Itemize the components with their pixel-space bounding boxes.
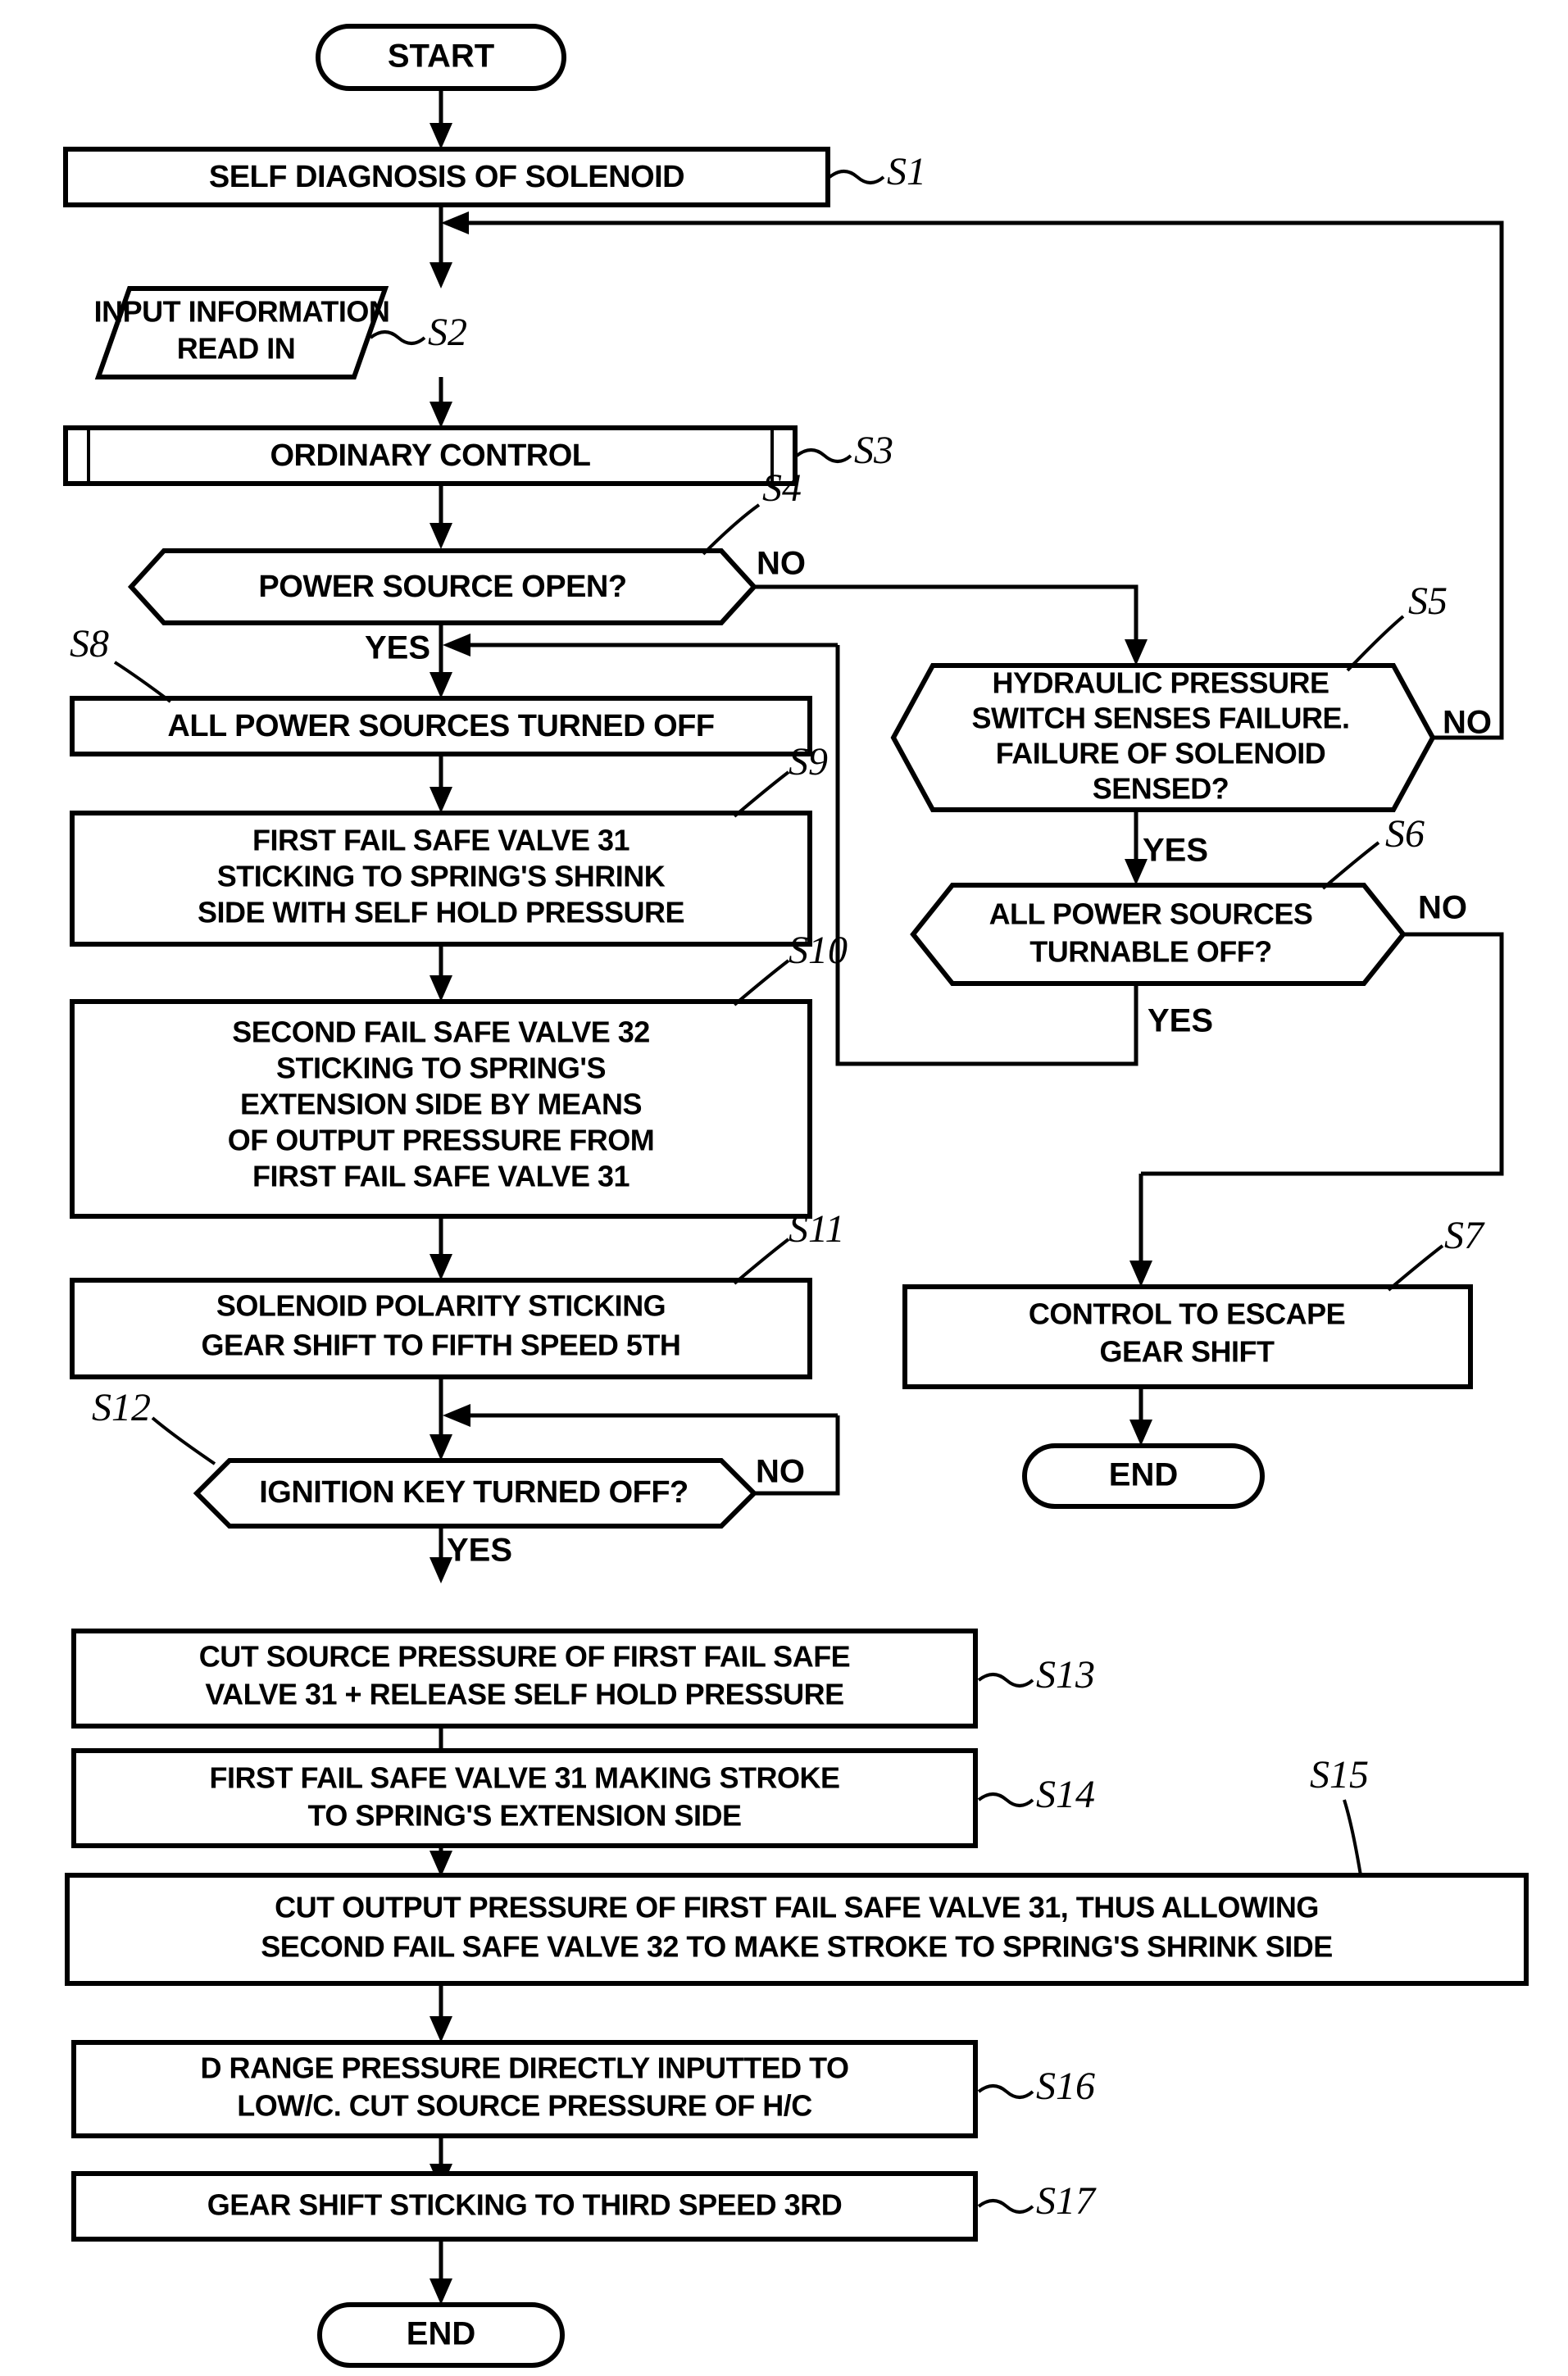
s12-label: IGNITION KEY TURNED OFF? <box>259 1475 689 1510</box>
connector-s17-to-end-bottom <box>429 2239 452 2305</box>
s2-label-line1: INPUT INFORMATION <box>94 295 390 329</box>
s1-label: SELF DIAGNOSIS OF SOLENOID <box>209 160 684 194</box>
node-end-right: END <box>1022 1443 1265 1509</box>
flowchart-canvas: START SELF DIAGNOSIS OF SOLENOID S1 INPU… <box>63 24 1529 2368</box>
s2-step-id: S2 <box>428 311 467 354</box>
s5-yes-label: YES <box>1143 833 1208 869</box>
s6-no-label: NO <box>1418 890 1467 926</box>
s5-label-line1: HYDRAULIC PRESSURE <box>992 666 1329 700</box>
s13-label-line1: CUT SOURCE PRESSURE OF FIRST FAIL SAFE <box>199 1640 850 1674</box>
node-s7: CONTROL TO ESCAPE GEAR SHIFT S7 <box>902 1214 1485 1389</box>
s7-label-line2: GEAR SHIFT <box>1099 1335 1275 1369</box>
s13-step-id: S13 <box>1036 1653 1095 1697</box>
s17-step-id: S17 <box>1036 2179 1097 2223</box>
end-right-label: END <box>1109 1457 1178 1493</box>
s6-label-line2: TURNABLE OFF? <box>1029 935 1271 969</box>
s5-no-label: NO <box>1443 705 1492 741</box>
s4-step-id: S4 <box>762 466 802 510</box>
connector-s14-to-s15 <box>429 1846 452 1877</box>
s4-no-label: NO <box>757 546 806 582</box>
connector-s7-to-end-right <box>1129 1387 1152 1446</box>
node-s10: SECOND FAIL SAFE VALVE 32 STICKING TO SP… <box>70 929 848 1219</box>
s4-yes-label: YES <box>365 630 430 666</box>
node-start: START <box>316 24 566 91</box>
connector-s4-no-to-s5 <box>754 584 1148 666</box>
s13-label-line2: VALVE 31 + RELEASE SELF HOLD PRESSURE <box>205 1678 843 1711</box>
s5-step-id: S5 <box>1408 579 1448 623</box>
connector-s4-yes-to-s8 <box>429 623 452 698</box>
s11-step-id: S11 <box>789 1207 844 1251</box>
s8-label: ALL POWER SOURCES TURNED OFF <box>167 709 714 743</box>
s9-label-line2: STICKING TO SPRING'S SHRINK <box>217 860 666 893</box>
start-label: START <box>388 39 494 75</box>
s6-yes-label: YES <box>1148 1003 1213 1039</box>
s17-label: GEAR SHIFT STICKING TO THIRD SPEED 3RD <box>207 2188 842 2222</box>
node-s14: FIRST FAIL SAFE VALVE 31 MAKING STROKE T… <box>71 1748 1095 1848</box>
s5-label-line4: SENSED? <box>1093 772 1229 806</box>
flowchart-figure: START SELF DIAGNOSIS OF SOLENOID S1 INPU… <box>0 0 1568 2376</box>
s7-label-line1: CONTROL TO ESCAPE <box>1029 1297 1345 1331</box>
s7-step-id: S7 <box>1444 1214 1485 1257</box>
connector-s10-to-s11 <box>429 1216 452 1280</box>
s10-label-line2: STICKING TO SPRING'S <box>276 1052 606 1085</box>
connector-s3-to-s4 <box>429 484 452 549</box>
s10-label-line1: SECOND FAIL SAFE VALVE 32 <box>232 1015 650 1049</box>
connector-to-s7 <box>1129 1174 1152 1287</box>
connector-s9-to-s10 <box>429 944 452 1002</box>
end-bottom-label: END <box>407 2316 475 2352</box>
s2-label-line2: READ IN <box>177 332 296 366</box>
s9-step-id: S9 <box>789 740 828 784</box>
s9-label-line1: FIRST FAIL SAFE VALVE 31 <box>252 824 630 857</box>
s4-label: POWER SOURCE OPEN? <box>258 570 626 604</box>
s14-step-id: S14 <box>1036 1773 1095 1816</box>
s11-label-line2: GEAR SHIFT TO FIFTH SPEED 5TH <box>202 1329 681 1362</box>
node-s2: INPUT INFORMATION READ IN S2 <box>94 286 467 379</box>
connector-s1-to-s2 <box>429 205 452 288</box>
node-end-bottom: END <box>317 2302 565 2368</box>
connector-s8-to-s9 <box>429 754 452 813</box>
node-s16: D RANGE PRESSURE DIRECTLY INPUTTED TO LO… <box>71 2040 1095 2138</box>
s10-label-line5: FIRST FAIL SAFE VALVE 31 <box>252 1160 630 1193</box>
s16-label-line2: LOW/C. CUT SOURCE PRESSURE OF H/C <box>237 2089 812 2123</box>
s16-label-line1: D RANGE PRESSURE DIRECTLY INPUTTED TO <box>201 2051 849 2085</box>
s15-step-id: S15 <box>1310 1753 1369 1797</box>
s15-label-line1: CUT OUTPUT PRESSURE OF FIRST FAIL SAFE V… <box>275 1891 1319 1924</box>
s3-step-id: S3 <box>854 429 893 472</box>
s12-yes-label: YES <box>447 1533 512 1569</box>
s9-label-line3: SIDE WITH SELF HOLD PRESSURE <box>198 896 684 929</box>
s16-step-id: S16 <box>1036 2065 1095 2108</box>
s5-label-line2: SWITCH SENSES FAILURE. <box>971 702 1349 735</box>
s12-no-label: NO <box>756 1454 805 1490</box>
s12-step-id: S12 <box>92 1386 151 1429</box>
s5-label-line3: FAILURE OF SOLENOID <box>996 737 1326 770</box>
connector-s6-yes-merge-arrow <box>443 634 838 656</box>
node-s17: GEAR SHIFT STICKING TO THIRD SPEED 3RD S… <box>71 2171 1097 2242</box>
s15-label-line2: SECOND FAIL SAFE VALVE 32 TO MAKE STROKE… <box>261 1930 1332 1964</box>
s14-label-line1: FIRST FAIL SAFE VALVE 31 MAKING STROKE <box>209 1761 839 1795</box>
s14-label-line2: TO SPRING'S EXTENSION SIDE <box>307 1799 741 1833</box>
s3-label: ORDINARY CONTROL <box>270 438 591 473</box>
node-s9: FIRST FAIL SAFE VALVE 31 STICKING TO SPR… <box>70 740 828 947</box>
connector-s12-no-merge-arrow <box>443 1404 838 1427</box>
s10-label-line4: OF OUTPUT PRESSURE FROM <box>228 1124 655 1157</box>
s11-label-line1: SOLENOID POLARITY STICKING <box>216 1289 666 1323</box>
connector-s2-to-s3 <box>429 377 452 428</box>
connector-s15-to-s16 <box>429 1983 452 2042</box>
s6-step-id: S6 <box>1385 812 1425 856</box>
connector-start-to-s1 <box>429 89 452 149</box>
node-s1: SELF DIAGNOSIS OF SOLENOID S1 <box>63 147 926 207</box>
node-s11: SOLENOID POLARITY STICKING GEAR SHIFT TO… <box>70 1207 844 1379</box>
s1-step-id: S1 <box>887 150 926 193</box>
s8-step-id: S8 <box>70 622 109 666</box>
s6-label-line1: ALL POWER SOURCES <box>989 897 1313 931</box>
node-s13: CUT SOURCE PRESSURE OF FIRST FAIL SAFE V… <box>71 1629 1095 1729</box>
s10-label-line3: EXTENSION SIDE BY MEANS <box>240 1088 642 1121</box>
connector-s11-to-s12 <box>429 1377 452 1461</box>
